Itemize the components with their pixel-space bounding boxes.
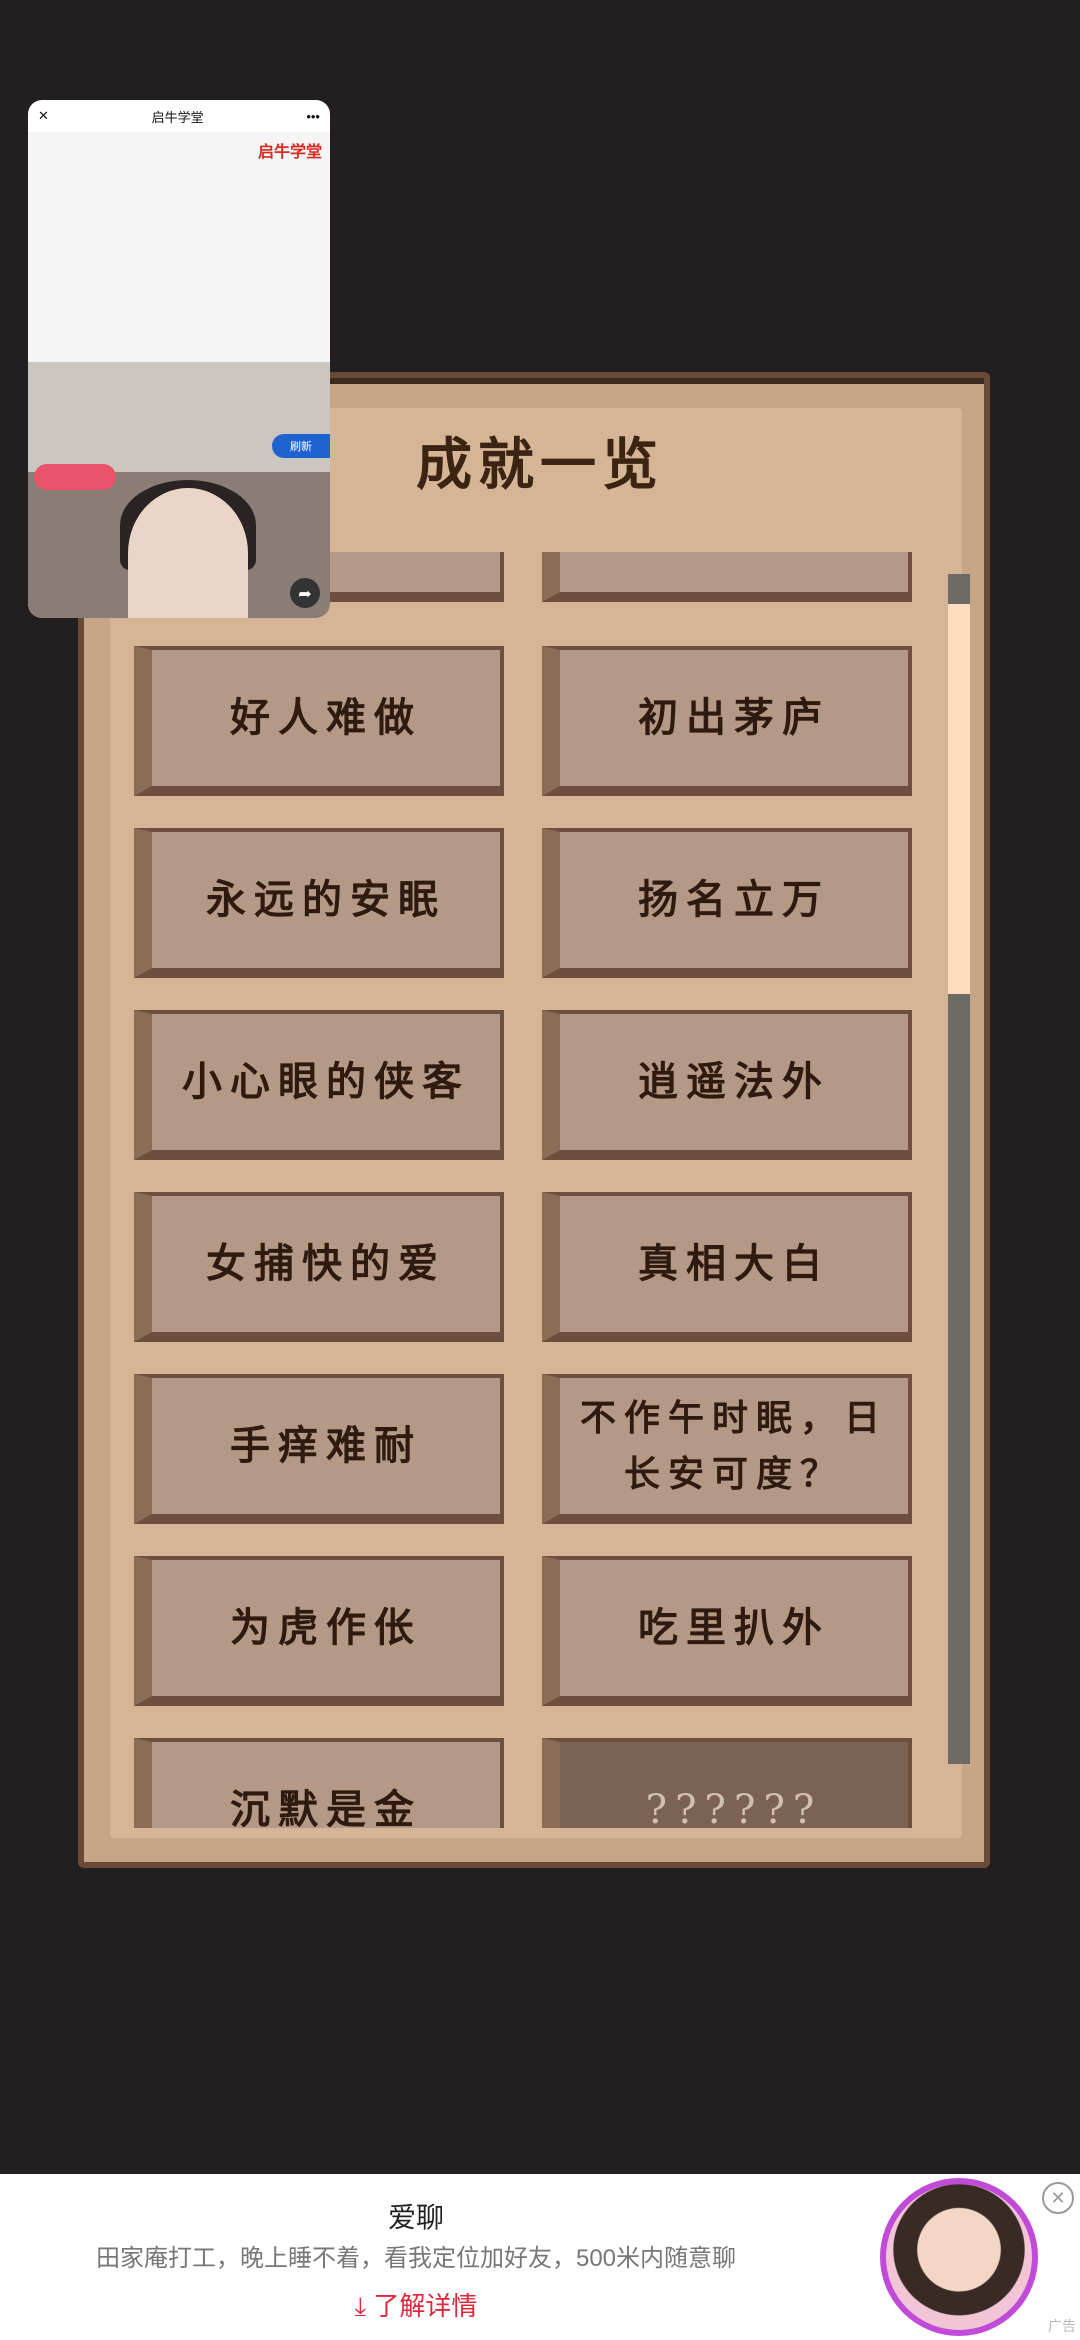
achievement-card[interactable]: 永远的安眠 [134,828,504,978]
video-header: ✕ 启牛学堂 ••• [28,100,330,132]
achievement-row: 女捕快的爱 真相大白 [134,1192,964,1342]
achievement-card[interactable]: 为虎作伥 [134,1556,504,1706]
achievement-card[interactable]: 手痒难耐 [134,1374,504,1524]
download-icon: ⤓ [354,2291,374,2321]
achievement-card[interactable]: 吃里扒外 [542,1556,912,1706]
achievement-card-partial[interactable] [542,552,912,602]
share-icon[interactable]: ➦ [290,578,320,608]
refresh-button[interactable]: 刷新 [272,434,330,458]
achievement-row: 小心眼的侠客 逍遥法外 [134,1010,964,1160]
achievement-card[interactable]: 不作午时眠，日长安可度？ [542,1374,912,1524]
achievement-card[interactable]: 扬名立万 [542,828,912,978]
ad-tag: 广告 [1048,2318,1076,2334]
ad-description: 田家庵打工，晚上睡不着，看我定位加好友，500米内随意聊 [95,2245,737,2272]
achievement-row: 手痒难耐 不作午时眠，日长安可度？ [134,1374,964,1524]
achievement-list[interactable]: 好人难做 初出茅庐 永远的安眠 扬名立万 小心眼的侠客 逍遥法外 女捕快的爱 真… [54,552,974,1828]
achievement-row: 好人难做 初出茅庐 [134,646,964,796]
achievement-card[interactable]: 女捕快的爱 [134,1192,504,1342]
achievement-card[interactable]: 小心眼的侠客 [134,1010,504,1160]
scrollbar[interactable] [948,574,970,1764]
achievement-row: 为虎作伥 吃里扒外 [134,1556,964,1706]
ad-avatar[interactable] [880,2178,1038,2336]
presenter [128,488,248,618]
achievement-row: 永远的安眠 扬名立万 [134,828,964,978]
video-content[interactable]: 启牛学堂 刷新 ➦ [28,132,330,618]
achievement-card[interactable]: 好人难做 [134,646,504,796]
achievement-card[interactable]: 初出茅庐 [542,646,912,796]
ad-link-label: 了解详情 [373,2291,478,2321]
scrollbar-thumb[interactable] [948,604,970,994]
video-title: 启牛学堂 [151,109,204,125]
achievement-card[interactable]: 真相大白 [542,1192,912,1342]
close-icon[interactable]: ✕ [38,108,49,124]
floating-video-window[interactable]: ✕ 启牛学堂 ••• 启牛学堂 刷新 ➦ [28,100,330,618]
video-logo: 启牛学堂 [257,144,322,161]
achievement-card-locked[interactable]: ?????? [542,1738,912,1828]
achievement-row: 沉默是金 ?????? [134,1738,964,1828]
achievement-card[interactable]: 逍遥法外 [542,1010,912,1160]
live-badge [34,464,116,490]
ad-details-link[interactable]: ⤓ 了解详情 [0,2286,832,2323]
achievement-card[interactable]: 沉默是金 [134,1738,504,1828]
ad-close-icon[interactable]: ✕ [1042,2182,1074,2214]
ad-title: 爱聊 [387,2202,444,2233]
more-icon[interactable]: ••• [306,109,320,124]
